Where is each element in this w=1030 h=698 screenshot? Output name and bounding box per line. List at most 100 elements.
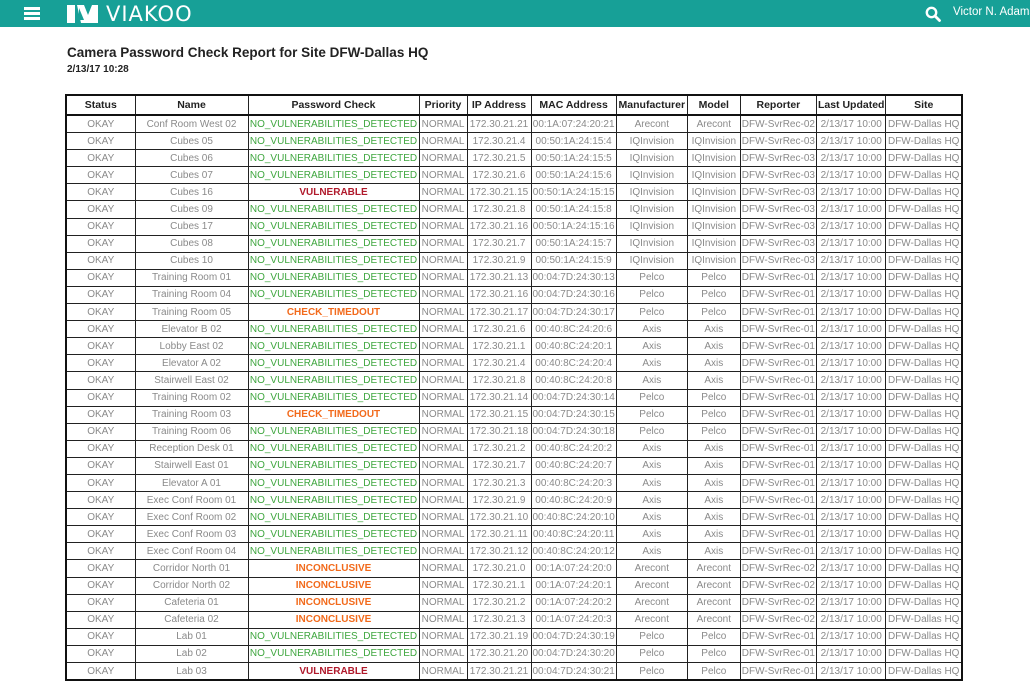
- table-row[interactable]: OKAY Elevator A 01 NO_VULNERABILITIES_DETE…: [65, 473, 963, 493]
- column-header-name[interactable]: Name: [134, 94, 249, 116]
- cell-site: DFW-Dallas HQ: [885, 542, 963, 561]
- cell-last-updated: 2/13/17 10:00: [815, 320, 887, 339]
- cell-site: DFW-Dallas HQ: [885, 473, 963, 493]
- cell-site: DFW-Dallas HQ: [885, 217, 963, 236]
- cell-model: IQInvision: [686, 200, 741, 219]
- cell-reporter: DFW-SvrRec-02: [739, 610, 817, 629]
- cell-ip-address: 172.30.21.15: [466, 183, 532, 202]
- cell-reporter: DFW-SvrRec-01: [739, 644, 817, 664]
- cell-manufacturer: Axis: [615, 525, 688, 544]
- cell-reporter: DFW-SvrRec-03: [739, 234, 817, 253]
- cell-priority: NORMAL: [418, 473, 468, 493]
- cell-ip-address: 172.30.21.6: [466, 320, 532, 339]
- column-header-mac-address[interactable]: MAC Address: [530, 94, 617, 116]
- user-menu[interactable]: Victor N. Adams: [953, 6, 1030, 18]
- cell-mac-address: 00:40:8C:24:20:9: [530, 491, 617, 510]
- cell-ip-address: 172.30.21.2: [466, 593, 532, 612]
- cell-name: Elevator A 01: [134, 473, 249, 493]
- cell-status: OKAY: [65, 132, 136, 151]
- cell-name: Cubes 05: [134, 132, 249, 151]
- cell-model: Axis: [686, 371, 741, 390]
- column-header-priority[interactable]: Priority: [418, 94, 468, 116]
- table-row[interactable]: OKAY Cubes 08 NO_VULNERABILITIES_DETECTED N…: [65, 234, 963, 253]
- column-header-site[interactable]: Site: [885, 94, 963, 116]
- table-row[interactable]: OKAY Cubes 10 NO_VULNERABILITIES_DETECTED N…: [65, 251, 963, 270]
- table-row[interactable]: OKAY Lobby East 02 NO_VULNERABILITIES_DETE…: [65, 337, 963, 356]
- table-row[interactable]: OKAY Cubes 09 NO_VULNERABILITIES_DETECTED N…: [65, 200, 963, 219]
- cell-model: Axis: [686, 508, 741, 527]
- table-row[interactable]: OKAY Cubes 16 VULNERABLE NORMAL 172.30.21.15…: [65, 183, 963, 202]
- table-row[interactable]: OKAY Lab 03 VULNERABLE NORMAL 172.30.21.21 00…: [65, 662, 963, 681]
- column-header-model[interactable]: Model: [686, 94, 741, 116]
- cell-mac-address: 00:1A:07:24:20:0: [530, 559, 617, 578]
- cell-site: DFW-Dallas HQ: [885, 303, 963, 322]
- table-row[interactable]: OKAY Training Room 02 NO_VULNERABILITIES_D…: [65, 388, 963, 407]
- table-row[interactable]: OKAY Cubes 06 NO_VULNERABILITIES_DETECTED N…: [65, 149, 963, 168]
- table-row[interactable]: OKAY Exec Conf Room 04 NO_VULNERABILITIES_…: [65, 542, 963, 561]
- table-row[interactable]: OKAY Lab 02 NO_VULNERABILITIES_DETECTED NOR…: [65, 644, 963, 664]
- cell-reporter: DFW-SvrRec-01: [739, 405, 817, 424]
- table-row[interactable]: OKAY Cubes 05 NO_VULNERABILITIES_DETECTED N…: [65, 132, 963, 151]
- cell-ip-address: 172.30.21.15: [466, 405, 532, 424]
- table-row[interactable]: OKAY Cubes 07 NO_VULNERABILITIES_DETECTED N…: [65, 166, 963, 185]
- cell-password-check: NO_VULNERABILITIES_DETECTED: [247, 627, 420, 646]
- table-row[interactable]: OKAY Exec Conf Room 01 NO_VULNERABILITIES_…: [65, 491, 963, 510]
- table-row[interactable]: OKAY Training Room 03 CHECK_TIMEDOUT NORMAL…: [65, 405, 963, 424]
- table-row[interactable]: OKAY Cafeteria 01 INCONCLUSIVE NORMAL 172.30…: [65, 593, 963, 612]
- cell-model: Pelco: [686, 644, 741, 664]
- cell-site: DFW-Dallas HQ: [885, 149, 963, 168]
- cell-manufacturer: Axis: [615, 542, 688, 561]
- table-row[interactable]: OKAY Training Room 06 NO_VULNERABILITIES_D…: [65, 422, 963, 441]
- cell-password-check: VULNERABLE: [247, 183, 420, 202]
- table-row[interactable]: OKAY Corridor North 01 INCONCLUSIVE NORMAL 1…: [65, 559, 963, 578]
- cell-name: Training Room 05: [134, 303, 249, 322]
- table-row[interactable]: OKAY Stairwell East 01 NO_VULNERABILITIES_…: [65, 456, 963, 475]
- table-row[interactable]: OKAY Lab 01 NO_VULNERABILITIES_DETECTED NOR…: [65, 627, 963, 646]
- cell-priority: NORMAL: [418, 559, 468, 578]
- column-header-manufacturer[interactable]: Manufacturer: [615, 94, 688, 116]
- cell-manufacturer: Pelco: [615, 627, 688, 646]
- table-row[interactable]: OKAY Training Room 01 NO_VULNERABILITIES_D…: [65, 268, 963, 287]
- cell-model: Arecont: [686, 610, 741, 629]
- table-row[interactable]: OKAY Conf Room West 02 NO_VULNERABILITIES_…: [65, 114, 963, 134]
- cell-ip-address: 172.30.21.1: [466, 576, 532, 595]
- table-row[interactable]: OKAY Stairwell East 02 NO_VULNERABILITIES_…: [65, 371, 963, 390]
- cell-site: DFW-Dallas HQ: [885, 456, 963, 475]
- table-row[interactable]: OKAY Exec Conf Room 02 NO_VULNERABILITIES_…: [65, 508, 963, 527]
- cell-site: DFW-Dallas HQ: [885, 644, 963, 664]
- cell-password-check: NO_VULNERABILITIES_DETECTED: [247, 234, 420, 253]
- column-header-ip-address[interactable]: IP Address: [466, 94, 532, 116]
- table-row[interactable]: OKAY Elevator A 02 NO_VULNERABILITIES_DETE…: [65, 354, 963, 373]
- column-header-reporter[interactable]: Reporter: [739, 94, 817, 116]
- cell-reporter: DFW-SvrRec-03: [739, 200, 817, 219]
- table-row[interactable]: OKAY Training Room 04 NO_VULNERABILITIES_D…: [65, 285, 963, 305]
- table-row[interactable]: OKAY Training Room 05 CHECK_TIMEDOUT NORMAL…: [65, 303, 963, 322]
- search-icon[interactable]: [925, 6, 941, 22]
- column-header-password-check[interactable]: Password Check: [247, 94, 420, 116]
- viakoo-logo[interactable]: VIAKOO: [67, 3, 193, 25]
- cell-last-updated: 2/13/17 10:00: [815, 559, 887, 578]
- cell-password-check: NO_VULNERABILITIES_DETECTED: [247, 439, 420, 458]
- table-row[interactable]: OKAY Corridor North 02 INCONCLUSIVE NORMAL 1…: [65, 576, 963, 595]
- cell-reporter: DFW-SvrRec-03: [739, 183, 817, 202]
- cell-mac-address: 00:40:8C:24:20:11: [530, 525, 617, 544]
- table-row[interactable]: OKAY Cafeteria 02 INCONCLUSIVE NORMAL 172.30…: [65, 610, 963, 629]
- cell-status: OKAY: [65, 251, 136, 270]
- cell-mac-address: 00:04:7D:24:30:13: [530, 268, 617, 287]
- column-header-last-updated[interactable]: Last Updated: [815, 94, 887, 116]
- column-header-status[interactable]: Status: [65, 94, 136, 116]
- table-row[interactable]: OKAY Cubes 17 NO_VULNERABILITIES_DETECTED N…: [65, 217, 963, 236]
- cell-mac-address: 00:04:7D:24:30:14: [530, 388, 617, 407]
- hamburger-menu-icon[interactable]: [24, 7, 40, 20]
- cell-last-updated: 2/13/17 10:00: [815, 303, 887, 322]
- cell-ip-address: 172.30.21.10: [466, 508, 532, 527]
- cell-mac-address: 00:50:1A:24:15:9: [530, 251, 617, 270]
- table-row[interactable]: OKAY Elevator B 02 NO_VULNERABILITIES_DETE…: [65, 320, 963, 339]
- cell-model: IQInvision: [686, 251, 741, 270]
- cell-status: OKAY: [65, 234, 136, 253]
- cell-model: Pelco: [686, 422, 741, 441]
- cell-mac-address: 00:04:7D:24:30:19: [530, 627, 617, 646]
- table-row[interactable]: OKAY Exec Conf Room 03 NO_VULNERABILITIES_…: [65, 525, 963, 544]
- cell-mac-address: 00:04:7D:24:30:17: [530, 303, 617, 322]
- table-row[interactable]: OKAY Reception Desk 01 NO_VULNERABILITIES_…: [65, 439, 963, 458]
